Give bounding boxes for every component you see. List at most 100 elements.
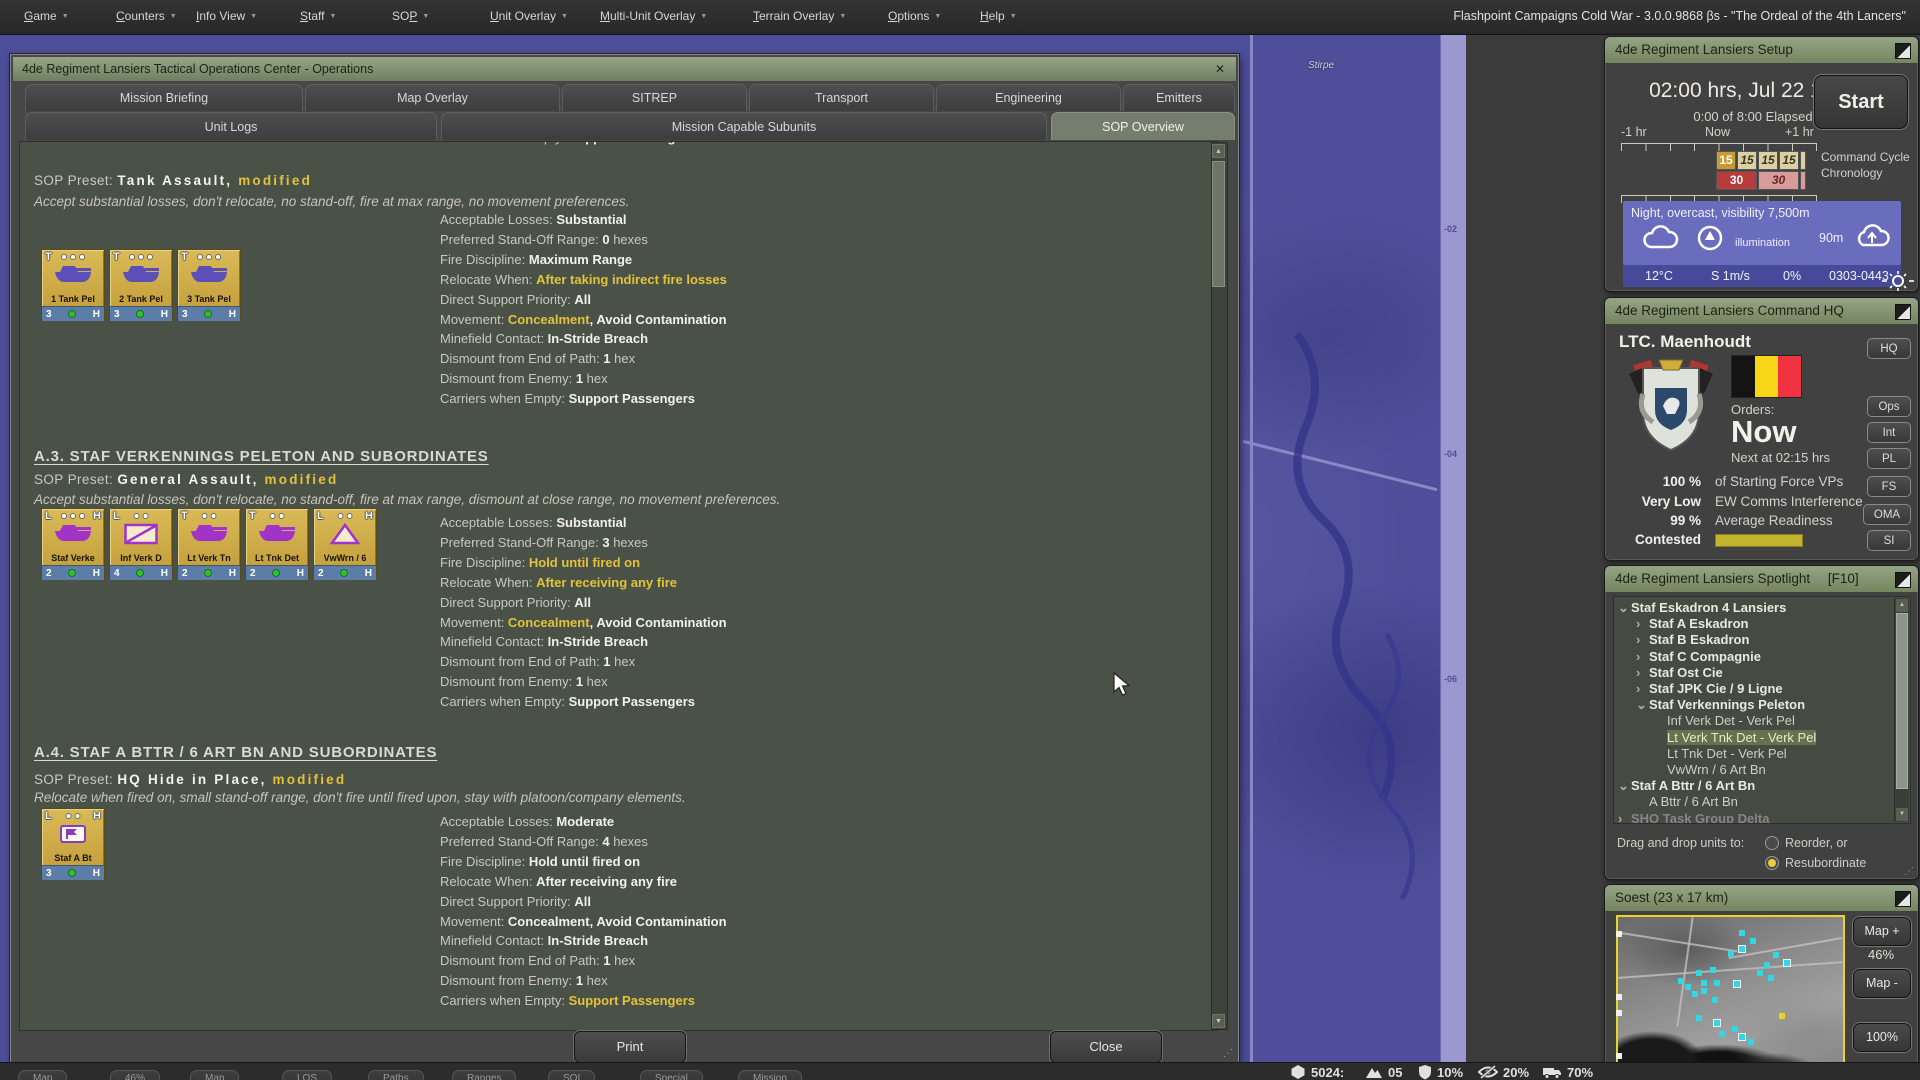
tab-mission-capable-subunits[interactable]: Mission Capable Subunits bbox=[441, 112, 1047, 140]
sop-preset-line: SOP Preset: Tank Assault, modified bbox=[34, 173, 312, 188]
menu-options[interactable]: Options▼ bbox=[888, 9, 941, 23]
hq-button-hq[interactable]: HQ bbox=[1867, 338, 1911, 359]
unit-counter-lt-verk-tn[interactable]: TLt Verk Tn2H bbox=[177, 508, 241, 580]
scroll-up-icon[interactable]: ▲ bbox=[1896, 599, 1908, 612]
soest-panel-title-bar[interactable]: Soest (23 x 17 km) bbox=[1605, 885, 1918, 911]
chevron-right-icon[interactable]: › bbox=[1636, 649, 1649, 665]
menu-info-view[interactable]: Info View▼ bbox=[196, 9, 257, 23]
unit-counter-vwwrn-6[interactable]: LHVwWrn / 62H bbox=[313, 508, 377, 580]
chevron-down-icon[interactable]: ⌄ bbox=[1618, 600, 1631, 616]
dialog-title-bar[interactable]: 4de Regiment Lansiers Tactical Operation… bbox=[13, 57, 1236, 81]
hq-button-si[interactable]: SI bbox=[1867, 530, 1911, 551]
tree-item-staf-a-eskadron[interactable]: ›Staf A Eskadron bbox=[1618, 616, 1892, 632]
print-button[interactable]: Print bbox=[574, 1031, 686, 1063]
tab-sitrep[interactable]: SITREP bbox=[562, 84, 747, 111]
hq-button-fs[interactable]: FS bbox=[1867, 476, 1911, 497]
scrollbar-thumb[interactable] bbox=[1212, 161, 1225, 287]
menu-multi-unit-overlay[interactable]: Multi-Unit Overlay▼ bbox=[600, 9, 707, 23]
chevron-down-icon[interactable]: ⌄ bbox=[1618, 778, 1631, 794]
map-toolbar-mission[interactable]: Mission bbox=[738, 1070, 802, 1080]
chevron-right-icon[interactable]: › bbox=[1636, 632, 1649, 648]
hq-button-ops[interactable]: Ops bbox=[1867, 396, 1911, 417]
map-toolbar-map[interactable]: Map bbox=[18, 1070, 67, 1080]
menu-unit-overlay[interactable]: Unit Overlay▼ bbox=[490, 9, 568, 23]
panel-collapse-icon[interactable] bbox=[1895, 572, 1911, 588]
unit-counter-staf-a-bt[interactable]: LHStaf A Bt3H bbox=[41, 808, 105, 880]
tree-item-lt-verk-tnk-det-verk-pel[interactable]: Lt Verk Tnk Det - Verk Pel bbox=[1618, 730, 1892, 746]
chevron-right-icon[interactable]: › bbox=[1636, 616, 1649, 632]
tree-item-staf-verkennings-peleton[interactable]: ⌄Staf Verkennings Peleton bbox=[1618, 697, 1892, 713]
tree-item-staf-jpk-cie-9-ligne[interactable]: ›Staf JPK Cie / 9 Ligne bbox=[1618, 681, 1892, 697]
tree-item-lt-tnk-det-verk-pel[interactable]: Lt Tnk Det - Verk Pel bbox=[1618, 746, 1892, 762]
tree-item-a-bttr-6-art-bn[interactable]: A Bttr / 6 Art Bn bbox=[1618, 794, 1892, 810]
resubordinate-radio[interactable] bbox=[1765, 856, 1779, 870]
tab-unit-logs[interactable]: Unit Logs bbox=[25, 112, 437, 140]
unit-counter-1-tank-pel[interactable]: T1 Tank Pel3H bbox=[41, 249, 105, 321]
map-zoom-out-button[interactable]: Map - bbox=[1853, 969, 1911, 998]
panel-collapse-icon[interactable] bbox=[1895, 891, 1911, 907]
menu-counters[interactable]: Counters▼ bbox=[116, 9, 177, 23]
unit-counter-lt-tnk-det[interactable]: TLt Tnk Det2H bbox=[245, 508, 309, 580]
tree-item-staf-b-eskadron[interactable]: ›Staf B Eskadron bbox=[1618, 632, 1892, 648]
tree-item-staf-a-bttr-6-art-bn[interactable]: ⌄Staf A Bttr / 6 Art Bn bbox=[1618, 778, 1892, 794]
tree-item-vwwrn-6-art-bn[interactable]: VwWrn / 6 Art Bn bbox=[1618, 762, 1892, 778]
unit-counter-staf-verke[interactable]: LHStaf Verke2H bbox=[41, 508, 105, 580]
map-toolbar-paths[interactable]: Paths bbox=[368, 1070, 424, 1080]
map-toolbar-map[interactable]: Map bbox=[190, 1070, 239, 1080]
mini-map[interactable] bbox=[1616, 915, 1845, 1079]
sop-setting: Carriers when Empty: Support Passengers bbox=[440, 391, 695, 406]
spotlight-panel-title-bar[interactable]: 4de Regiment Lansiers Spotlight [F10] bbox=[1605, 566, 1918, 592]
start-button[interactable]: Start bbox=[1814, 75, 1908, 129]
unit-counter-2-tank-pel[interactable]: T2 Tank Pel3H bbox=[109, 249, 173, 321]
tab-engineering[interactable]: Engineering bbox=[936, 84, 1121, 111]
menu-staff[interactable]: Staff▼ bbox=[300, 9, 336, 23]
tree-item-inf-verk-det-verk-pel[interactable]: Inf Verk Det - Verk Pel bbox=[1618, 713, 1892, 729]
map-toolbar-special[interactable]: Special bbox=[640, 1070, 703, 1080]
menu-sop[interactable]: SOP▼ bbox=[392, 9, 429, 23]
menu-help[interactable]: Help▼ bbox=[980, 9, 1017, 23]
tree-item-staf-c-compagnie[interactable]: ›Staf C Compagnie bbox=[1618, 649, 1892, 665]
unit-counter-3-tank-pel[interactable]: T3 Tank Pel3H bbox=[177, 249, 241, 321]
counter-strength-dots bbox=[202, 513, 217, 519]
chevron-right-icon[interactable]: › bbox=[1636, 681, 1649, 697]
tab-mission-briefing[interactable]: Mission Briefing bbox=[25, 84, 303, 111]
menu-terrain-overlay[interactable]: Terrain Overlay▼ bbox=[753, 9, 846, 23]
chevron-right-icon[interactable]: › bbox=[1636, 665, 1649, 681]
map-zoom-100-button[interactable]: 100% bbox=[1853, 1023, 1911, 1052]
map-zoom-in-button[interactable]: Map + bbox=[1853, 917, 1911, 946]
chevron-right-icon[interactable]: › bbox=[1618, 811, 1631, 824]
scroll-down-icon[interactable]: ▼ bbox=[1896, 808, 1908, 821]
menu-game[interactable]: Game▼ bbox=[24, 9, 69, 23]
map-toolbar-ranges[interactable]: Ranges bbox=[452, 1070, 516, 1080]
chevron-down-icon[interactable]: ⌄ bbox=[1636, 697, 1649, 713]
counter-strength-dots bbox=[338, 513, 353, 519]
scroll-down-icon[interactable]: ▼ bbox=[1212, 1014, 1225, 1028]
resize-grip[interactable]: ⋰ bbox=[1904, 866, 1914, 877]
hq-button-pl[interactable]: PL bbox=[1867, 448, 1911, 469]
panel-collapse-icon[interactable] bbox=[1895, 43, 1911, 59]
resize-grip[interactable]: ⋰ bbox=[1223, 1048, 1235, 1060]
tab-sop-overview[interactable]: SOP Overview bbox=[1051, 112, 1235, 140]
tab-map-overlay[interactable]: Map Overlay bbox=[305, 84, 560, 111]
tab-emitters[interactable]: Emitters bbox=[1123, 84, 1235, 111]
reorder-radio[interactable] bbox=[1765, 836, 1779, 850]
unit-counter-inf-verk-d[interactable]: LInf Verk D4H bbox=[109, 508, 173, 580]
close-icon[interactable]: ✕ bbox=[1212, 61, 1228, 77]
map-toolbar-los[interactable]: LOS bbox=[282, 1070, 332, 1080]
tab-transport[interactable]: Transport bbox=[749, 84, 934, 111]
tree-scrollbar[interactable]: ▲ ▼ bbox=[1894, 598, 1909, 822]
tree-item-staf-eskadron-4-lansiers[interactable]: ⌄Staf Eskadron 4 Lansiers bbox=[1618, 600, 1892, 616]
dialog-scrollbar[interactable]: ▲ ▼ bbox=[1211, 142, 1228, 1030]
hq-button-int[interactable]: Int bbox=[1867, 422, 1911, 443]
tree-item-shq-task-group-delta[interactable]: ›SHQ Task Group Delta bbox=[1618, 811, 1892, 824]
tree-item-staf-ost-cie[interactable]: ›Staf Ost Cie bbox=[1618, 665, 1892, 681]
map-toolbar-soi[interactable]: SOI bbox=[548, 1070, 595, 1080]
hq-button-oma[interactable]: OMA bbox=[1863, 504, 1911, 525]
panel-collapse-icon[interactable] bbox=[1895, 304, 1911, 320]
map-toolbar-46-[interactable]: 46% bbox=[110, 1070, 160, 1080]
scroll-up-icon[interactable]: ▲ bbox=[1212, 144, 1225, 158]
setup-panel-title-bar[interactable]: 4de Regiment Lansiers Setup bbox=[1605, 37, 1918, 63]
close-button[interactable]: Close bbox=[1050, 1031, 1162, 1063]
tree-scrollbar-thumb[interactable] bbox=[1896, 613, 1908, 789]
hq-panel-title-bar[interactable]: 4de Regiment Lansiers Command HQ bbox=[1605, 298, 1918, 324]
